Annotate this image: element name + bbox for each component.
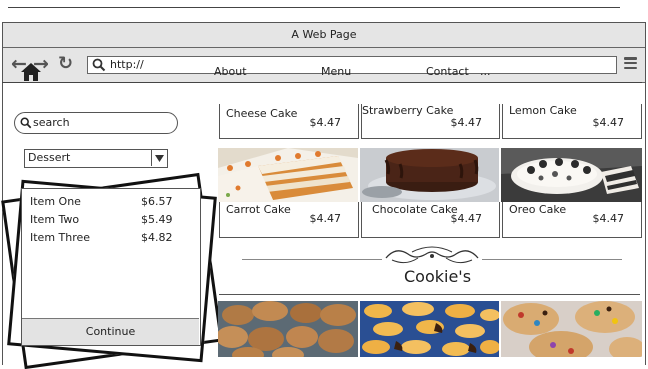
cart-item-price: $6.57 (141, 195, 173, 208)
product-card[interactable]: Strawberry Cake $4.47 (361, 104, 500, 139)
cart-item-price: $4.82 (141, 231, 173, 244)
section-title: Cookie's (404, 267, 472, 286)
product-price: $4.47 (450, 116, 483, 129)
product-name: Chocolate Cake (372, 203, 458, 216)
cart-item[interactable]: Item One $6.57 (30, 195, 190, 208)
cart-panel: Item One $6.57 Item Two $5.49 Item Three… (21, 188, 201, 346)
product-price: $4.47 (309, 116, 342, 129)
search-placeholder: search (33, 116, 70, 129)
home-icon[interactable] (20, 62, 42, 82)
category-select[interactable]: Dessert (24, 149, 168, 168)
cart-item-name: Item One (30, 195, 81, 208)
oreo-cake-image[interactable] (501, 148, 642, 202)
search-icon (20, 117, 32, 129)
continue-button[interactable]: Continue (22, 318, 199, 345)
product-price: $4.47 (592, 116, 625, 129)
search-input[interactable]: search (14, 112, 178, 134)
category-value: Dessert (28, 151, 71, 164)
cart-item-name: Item Three (30, 231, 91, 244)
cookie-image[interactable] (360, 301, 499, 357)
product-card[interactable]: Lemon Cake $4.47 (502, 104, 642, 139)
product-price: $4.47 (450, 212, 483, 225)
product-name: Strawberry Cake (362, 104, 454, 117)
section-underline (219, 294, 640, 295)
cart-item-price: $5.49 (141, 213, 173, 226)
divider-right (482, 259, 622, 260)
product-card[interactable]: Chocolate Cake $4.47 (361, 202, 500, 238)
chevron-down-icon[interactable] (151, 150, 167, 166)
site-nav: About Menu Contact ... (2, 62, 642, 83)
nav-about[interactable]: About (214, 65, 247, 78)
divider-left (242, 259, 382, 260)
top-rule (8, 7, 620, 8)
product-name: Oreo Cake (509, 203, 567, 216)
cart-item-name: Item Two (30, 213, 80, 226)
nav-contact[interactable]: Contact (426, 65, 469, 78)
nav-menu[interactable]: Menu (321, 65, 351, 78)
flourish-ornament-icon (385, 246, 479, 264)
window-title: A Web Page (3, 23, 645, 48)
product-price: $4.47 (592, 212, 625, 225)
cart-item[interactable]: Item Two $5.49 (30, 213, 190, 226)
cart-item[interactable]: Item Three $4.82 (30, 231, 190, 244)
product-card[interactable]: Cheese Cake $4.47 (219, 104, 359, 139)
chocolate-cake-image[interactable] (360, 148, 499, 202)
product-card[interactable]: Carrot Cake $4.47 (219, 202, 359, 238)
nav-more[interactable]: ... (480, 65, 491, 78)
product-price: $4.47 (309, 212, 342, 225)
cookie-image[interactable] (218, 301, 358, 357)
product-name: Lemon Cake (509, 104, 577, 117)
product-card[interactable]: Oreo Cake $4.47 (502, 202, 642, 238)
product-name: Cheese Cake (226, 107, 298, 120)
product-name: Carrot Cake (226, 203, 291, 216)
carrot-cake-image[interactable] (218, 148, 358, 202)
cookie-image[interactable] (501, 301, 642, 357)
